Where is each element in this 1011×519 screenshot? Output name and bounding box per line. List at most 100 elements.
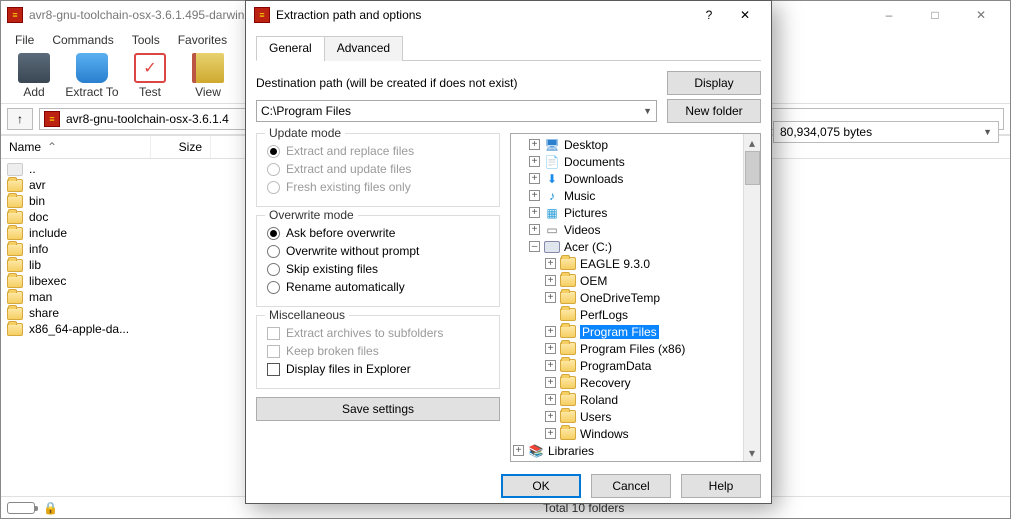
chevron-down-icon: ▼ bbox=[643, 106, 652, 116]
expander-icon[interactable]: + bbox=[529, 207, 540, 218]
dialog-buttons: OK Cancel Help bbox=[246, 462, 771, 510]
tree-libraries[interactable]: +📚Libraries bbox=[513, 442, 741, 459]
cancel-button[interactable]: Cancel bbox=[591, 474, 671, 498]
menu-tools[interactable]: Tools bbox=[124, 31, 168, 49]
toolbar-test-button[interactable]: Test bbox=[123, 53, 177, 99]
destination-combo[interactable]: C:\Program Files ▼ bbox=[256, 100, 657, 122]
expander-icon[interactable]: + bbox=[529, 190, 540, 201]
tree-roland[interactable]: +Roland bbox=[513, 391, 741, 408]
tree-scrollbar[interactable]: ▴ ▾ bbox=[743, 134, 760, 461]
menu-file[interactable]: File bbox=[7, 31, 42, 49]
destination-value: C:\Program Files bbox=[261, 104, 351, 118]
help-button[interactable]: Help bbox=[681, 474, 761, 498]
expander-icon[interactable]: + bbox=[545, 292, 556, 303]
col-size[interactable]: Size bbox=[151, 136, 211, 158]
main-maximize-button[interactable]: □ bbox=[912, 1, 958, 29]
dialog-help-button[interactable]: ? bbox=[691, 1, 727, 29]
expander-icon[interactable]: + bbox=[545, 360, 556, 371]
folder-icon bbox=[560, 257, 576, 270]
overwrite-skip[interactable]: Skip existing files bbox=[267, 260, 489, 278]
misc-display-explorer[interactable]: Display files in Explorer bbox=[267, 360, 489, 378]
ok-button[interactable]: OK bbox=[501, 474, 581, 498]
overwrite-without-prompt[interactable]: Overwrite without prompt bbox=[267, 242, 489, 260]
tree-perflogs[interactable]: PerfLogs bbox=[513, 306, 741, 323]
tree-item-label: PerfLogs bbox=[580, 308, 628, 322]
tree-users[interactable]: +Users bbox=[513, 408, 741, 425]
expander-icon[interactable]: + bbox=[545, 343, 556, 354]
folder-icon bbox=[7, 211, 23, 224]
tab-general[interactable]: General bbox=[256, 36, 325, 61]
folder-icon bbox=[560, 291, 576, 304]
list-item-label: share bbox=[29, 306, 59, 320]
new-folder-button[interactable]: New folder bbox=[667, 99, 761, 123]
expander-icon[interactable]: + bbox=[545, 428, 556, 439]
tree-onedrivetemp[interactable]: + OneDriveTemp bbox=[513, 289, 741, 306]
documents-icon: 📄 bbox=[544, 154, 560, 170]
menu-commands[interactable]: Commands bbox=[44, 31, 121, 49]
downloads-icon: ⬇ bbox=[544, 171, 560, 187]
menu-favorites[interactable]: Favorites bbox=[170, 31, 235, 49]
list-item-label: lib bbox=[29, 258, 41, 272]
extract-icon bbox=[76, 53, 108, 83]
music-icon: ♪ bbox=[544, 188, 560, 204]
list-item-label: man bbox=[29, 290, 52, 304]
tree-item-label: Documents bbox=[564, 155, 625, 169]
tree-documents[interactable]: + 📄 Documents bbox=[513, 153, 741, 170]
tree-item-label: Videos bbox=[564, 223, 600, 237]
toolbar-extract-button[interactable]: Extract To bbox=[65, 53, 119, 99]
update-mode-group: Update mode Extract and replace files Ex… bbox=[256, 133, 500, 207]
col-name[interactable]: Name⌃ bbox=[1, 136, 151, 158]
go-up-button[interactable]: ↑ bbox=[7, 108, 33, 130]
folder-icon bbox=[7, 307, 23, 320]
tree-item-label: Recovery bbox=[580, 376, 631, 390]
expander-icon[interactable]: + bbox=[529, 173, 540, 184]
tree-pictures[interactable]: +▦Pictures bbox=[513, 204, 741, 221]
dialog-close-button[interactable]: ✕ bbox=[727, 1, 763, 29]
main-minimize-button[interactable]: – bbox=[866, 1, 912, 29]
expander-icon[interactable]: + bbox=[529, 156, 540, 167]
expander-icon[interactable]: + bbox=[545, 377, 556, 388]
tree-downloads[interactable]: +⬇Downloads bbox=[513, 170, 741, 187]
archive-size-combo[interactable]: 80,934,075 bytes ▼ bbox=[773, 121, 999, 143]
expander-icon[interactable]: – bbox=[529, 241, 540, 252]
tree-windows[interactable]: +Windows bbox=[513, 425, 741, 442]
save-settings-button[interactable]: Save settings bbox=[256, 397, 500, 421]
expander-icon[interactable]: + bbox=[545, 394, 556, 405]
folder-tree[interactable]: +🖥Desktop+📄Documents+⬇Downloads+♪Music+▦… bbox=[511, 134, 743, 461]
scroll-up-arrow[interactable]: ▴ bbox=[744, 134, 760, 151]
expander-icon[interactable]: + bbox=[529, 139, 540, 150]
tree-desktop[interactable]: +🖥Desktop bbox=[513, 136, 741, 153]
toolbar-add-button[interactable]: Add bbox=[7, 53, 61, 99]
folder-icon bbox=[560, 274, 576, 287]
expander-icon[interactable]: + bbox=[545, 326, 556, 337]
folder-icon bbox=[7, 259, 23, 272]
overwrite-ask[interactable]: Ask before overwrite bbox=[267, 224, 489, 242]
pictures-icon: ▦ bbox=[544, 205, 560, 221]
expander-icon[interactable]: + bbox=[513, 445, 524, 456]
tree-programdata[interactable]: +ProgramData bbox=[513, 357, 741, 374]
scroll-down-arrow[interactable]: ▾ bbox=[744, 444, 760, 461]
expander-icon[interactable]: + bbox=[529, 224, 540, 235]
display-button[interactable]: Display bbox=[667, 71, 761, 95]
videos-icon: ▭ bbox=[544, 222, 560, 238]
tree-eagle-9-3-0[interactable]: +EAGLE 9.3.0 bbox=[513, 255, 741, 272]
tree-drive-c[interactable]: –Acer (C:) bbox=[513, 238, 741, 255]
misc-keep-broken: Keep broken files bbox=[267, 342, 489, 360]
expander-icon[interactable]: + bbox=[545, 411, 556, 422]
tab-advanced[interactable]: Advanced bbox=[324, 36, 403, 61]
test-icon bbox=[134, 53, 166, 83]
dialog-titlebar: ≡ Extraction path and options ? ✕ bbox=[246, 1, 771, 29]
tree-program-files-x86-[interactable]: +Program Files (x86) bbox=[513, 340, 741, 357]
expander-icon[interactable]: + bbox=[545, 275, 556, 286]
main-close-button[interactable]: ✕ bbox=[958, 1, 1004, 29]
tree-recovery[interactable]: + Recovery bbox=[513, 374, 741, 391]
toolbar-view-button[interactable]: View bbox=[181, 53, 235, 99]
tree-program-files[interactable]: +Program Files bbox=[513, 323, 741, 340]
tree-item-label: OneDriveTemp bbox=[580, 291, 660, 305]
tree-oem[interactable]: +OEM bbox=[513, 272, 741, 289]
tree-videos[interactable]: + ▭ Videos bbox=[513, 221, 741, 238]
tree-music[interactable]: +♪Music bbox=[513, 187, 741, 204]
scroll-thumb[interactable] bbox=[745, 151, 760, 185]
overwrite-rename[interactable]: Rename automatically bbox=[267, 278, 489, 296]
expander-icon[interactable]: + bbox=[545, 258, 556, 269]
